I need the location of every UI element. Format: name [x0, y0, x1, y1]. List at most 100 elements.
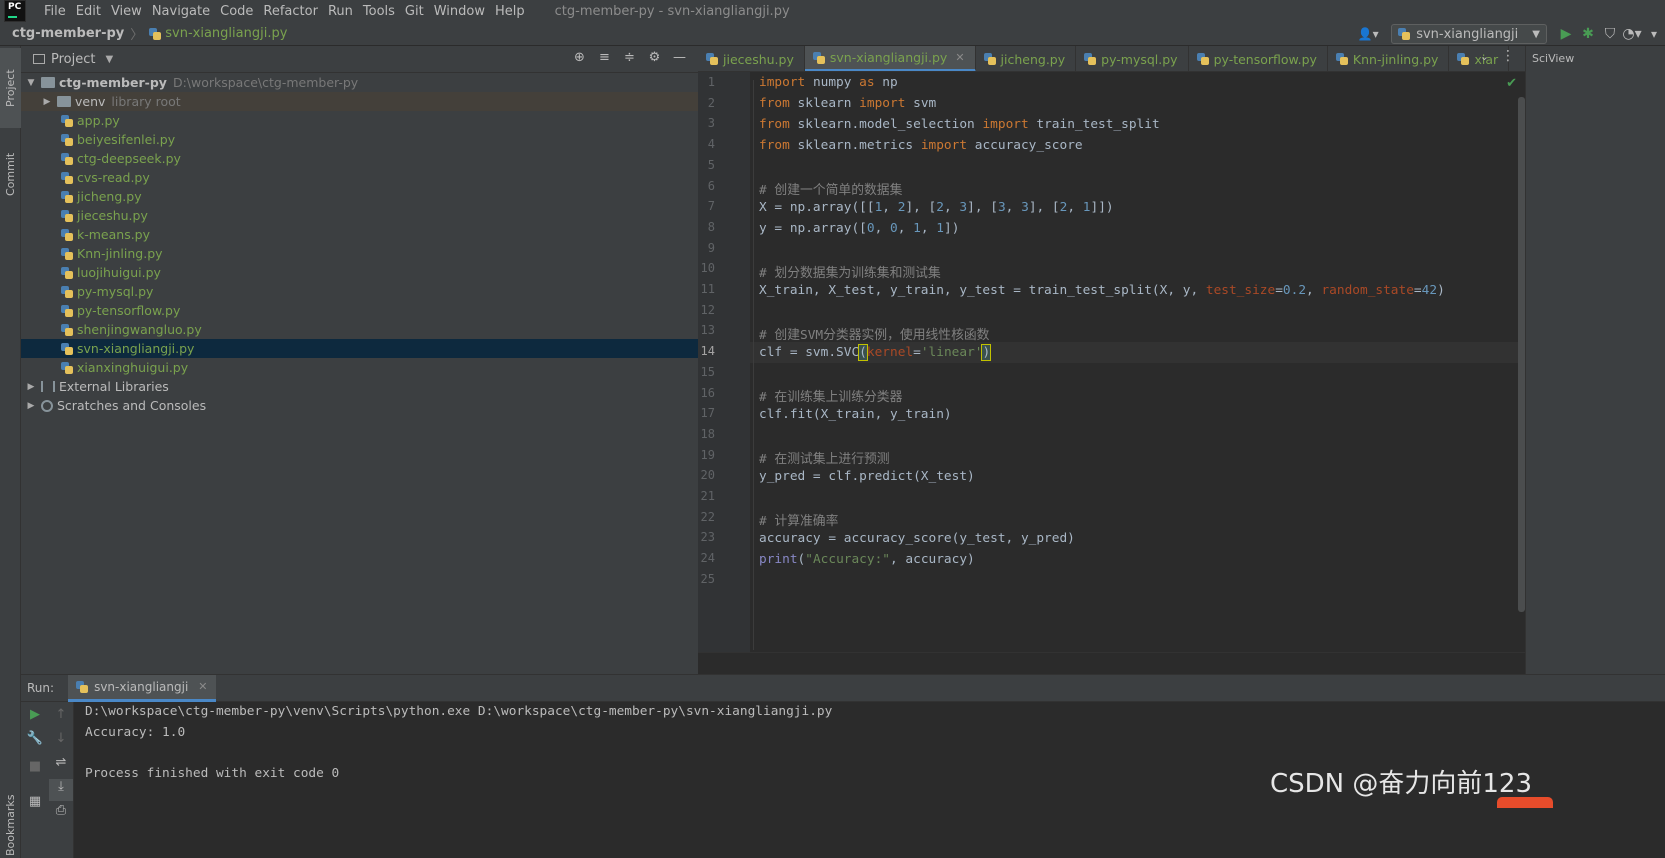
- tree-file-item[interactable]: beiyesifenlei.py: [21, 130, 698, 149]
- editor-tab[interactable]: jicheng.py: [976, 46, 1077, 71]
- code-comment[interactable]: # 创建一个简单的数据集: [759, 179, 902, 198]
- menu-help[interactable]: Help: [495, 4, 525, 19]
- code-line[interactable]: X = np.array([[1, 2], [2, 3], [3, 3], [2…: [759, 200, 1114, 215]
- tree-file-item[interactable]: py-tensorflow.py: [21, 301, 698, 320]
- project-tool-tab[interactable]: Project: [0, 48, 21, 128]
- expand-all-icon[interactable]: ≡: [592, 50, 617, 65]
- editor-tab[interactable]: Knn-jinling.py: [1328, 46, 1450, 71]
- tree-scratches[interactable]: ▶ Scratches and Consoles: [21, 396, 698, 415]
- code-line[interactable]: y_pred = clf.predict(X_test): [759, 469, 975, 484]
- tree-file-item[interactable]: luojihuigui.py: [21, 263, 698, 282]
- menu-edit[interactable]: Edit: [76, 4, 101, 19]
- tree-file-item[interactable]: shenjingwangluo.py: [21, 320, 698, 339]
- tree-venv[interactable]: ▶ venv library root: [21, 92, 698, 111]
- close-icon[interactable]: ✕: [198, 680, 207, 693]
- menu-file[interactable]: File: [44, 4, 66, 19]
- chevron-right-icon[interactable]: ▶: [25, 382, 37, 392]
- code-line[interactable]: from sklearn import svm: [759, 96, 936, 111]
- sciview-tab[interactable]: SciView: [1532, 52, 1574, 65]
- breadcrumb-project[interactable]: ctg-member-py: [12, 26, 124, 41]
- code-line[interactable]: import numpy as np: [759, 75, 898, 90]
- menu-git[interactable]: Git: [405, 4, 424, 19]
- code-line[interactable]: print("Accuracy:", accuracy): [759, 552, 975, 567]
- menu-tools[interactable]: Tools: [363, 4, 395, 19]
- menu-run[interactable]: Run: [328, 4, 353, 19]
- profile-icon[interactable]: ◔▾: [1621, 23, 1643, 45]
- code-line[interactable]: clf.fit(X_train, y_train): [759, 407, 952, 422]
- menu-navigate[interactable]: Navigate: [152, 4, 210, 19]
- scroll-up-icon[interactable]: ↑: [49, 707, 73, 729]
- user-icon[interactable]: 👤▾: [1355, 27, 1381, 41]
- tree-file-item[interactable]: jieceshu.py: [21, 206, 698, 225]
- menu-window[interactable]: Window: [434, 4, 485, 19]
- chevron-down-icon[interactable]: ▼: [25, 78, 37, 88]
- chevron-down-icon[interactable]: ▼: [105, 54, 113, 65]
- soft-wrap-icon[interactable]: ⇌: [49, 755, 73, 777]
- project-panel-title[interactable]: Project: [51, 52, 95, 67]
- tree-file-item[interactable]: jicheng.py: [21, 187, 698, 206]
- rerun-icon[interactable]: ▶: [23, 707, 47, 729]
- chevron-right-icon[interactable]: ▶: [41, 97, 53, 107]
- code-line[interactable]: accuracy = accuracy_score(y_test, y_pred…: [759, 531, 1075, 546]
- tree-file-item[interactable]: py-mysql.py: [21, 282, 698, 301]
- locate-icon[interactable]: ⊕: [567, 50, 592, 65]
- run-tab[interactable]: svn-xiangliangji ✕: [68, 674, 216, 702]
- code-line[interactable]: from sklearn.metrics import accuracy_sco…: [759, 138, 1083, 153]
- debug-icon[interactable]: ✱: [1577, 23, 1599, 45]
- stop-icon[interactable]: ■: [23, 759, 47, 781]
- code-line[interactable]: from sklearn.model_selection import trai…: [759, 117, 1160, 132]
- close-icon[interactable]: ✕: [955, 51, 964, 64]
- line-number: 23: [700, 530, 715, 545]
- print-icon[interactable]: ⎙: [49, 803, 73, 825]
- editor-tab[interactable]: svn-xiangliangji.py ✕: [804, 46, 976, 71]
- library-icon: [41, 381, 55, 392]
- tree-root[interactable]: ▼ ctg-member-py D:\workspace\ctg-member-…: [21, 73, 698, 92]
- code-line[interactable]: y = np.array([0, 0, 1, 1]): [759, 221, 959, 236]
- code-comment[interactable]: # 创建SVM分类器实例，使用线性核函数: [759, 324, 989, 343]
- tree-file-item[interactable]: app.py: [21, 111, 698, 130]
- editor-tab-label: py-tensorflow.py: [1213, 51, 1317, 67]
- tree-file-item[interactable]: ctg-deepseek.py: [21, 149, 698, 168]
- code-comment[interactable]: # 计算准确率: [759, 510, 838, 529]
- scroll-to-end-icon[interactable]: ⤓: [49, 779, 73, 801]
- run-configuration-select[interactable]: svn-xiangliangji ▼: [1391, 24, 1547, 44]
- line-number: 12: [700, 302, 715, 317]
- tree-file-item[interactable]: xianxinghuigui.py: [21, 358, 698, 377]
- bookmarks-tool-tab[interactable]: Bookmarks: [0, 794, 21, 856]
- menu-code[interactable]: Code: [220, 4, 253, 19]
- tree-file-item[interactable]: svn-xiangliangji.py: [21, 339, 698, 358]
- wrench-icon[interactable]: 🔧: [23, 731, 47, 753]
- scroll-down-icon[interactable]: ↓: [49, 731, 73, 753]
- collapse-all-icon[interactable]: ≑: [617, 50, 642, 65]
- venv-name: venv: [75, 94, 106, 109]
- editor-tab[interactable]: jieceshu.py: [698, 46, 805, 71]
- gear-icon[interactable]: ⚙: [642, 50, 667, 65]
- code-comment[interactable]: # 划分数据集为训练集和测试集: [759, 262, 941, 281]
- code-editor[interactable]: 1 2 3 4 5 6 7 8 9 10 11 12 13 14 15 16 17 18 19 20 21 22 23 24 2…: [698, 72, 1525, 674]
- code-comment[interactable]: # 在训练集上训练分类器: [759, 386, 902, 405]
- menu-view[interactable]: View: [111, 4, 142, 19]
- run-icon[interactable]: ▶: [1555, 23, 1577, 45]
- inspection-ok-icon[interactable]: ✔: [1506, 76, 1517, 91]
- line-number: 2: [707, 95, 715, 110]
- coverage-icon[interactable]: ⛉: [1599, 23, 1621, 45]
- tree-file-item[interactable]: cvs-read.py: [21, 168, 698, 187]
- hide-icon[interactable]: —: [667, 50, 692, 65]
- code-line[interactable]: clf = svm.SVC(kernel='linear'): [759, 344, 992, 361]
- menu-refactor[interactable]: Refactor: [263, 4, 318, 19]
- vertical-scrollbar[interactable]: [1518, 97, 1525, 612]
- more-tabs-icon[interactable]: ⋮: [1501, 48, 1515, 64]
- commit-tool-tab[interactable]: Commit: [0, 134, 21, 214]
- chevron-right-icon[interactable]: ▶: [25, 401, 37, 411]
- tree-file-item[interactable]: Knn-jinling.py: [21, 244, 698, 263]
- code-line[interactable]: X_train, X_test, y_train, y_test = train…: [759, 283, 1445, 298]
- editor-tab[interactable]: py-mysql.py: [1076, 46, 1189, 71]
- chevron-down-icon[interactable]: ⌄: [1480, 50, 1489, 63]
- breadcrumb-file[interactable]: svn-xiangliangji.py: [165, 26, 287, 41]
- more-actions-icon[interactable]: ▾: [1643, 23, 1665, 45]
- editor-tab[interactable]: py-tensorflow.py: [1189, 46, 1328, 71]
- tree-external-libraries[interactable]: ▶ External Libraries: [21, 377, 698, 396]
- code-comment[interactable]: # 在测试集上进行预测: [759, 448, 890, 467]
- tree-file-item[interactable]: k-means.py: [21, 225, 698, 244]
- layout-icon[interactable]: ▦: [23, 794, 47, 816]
